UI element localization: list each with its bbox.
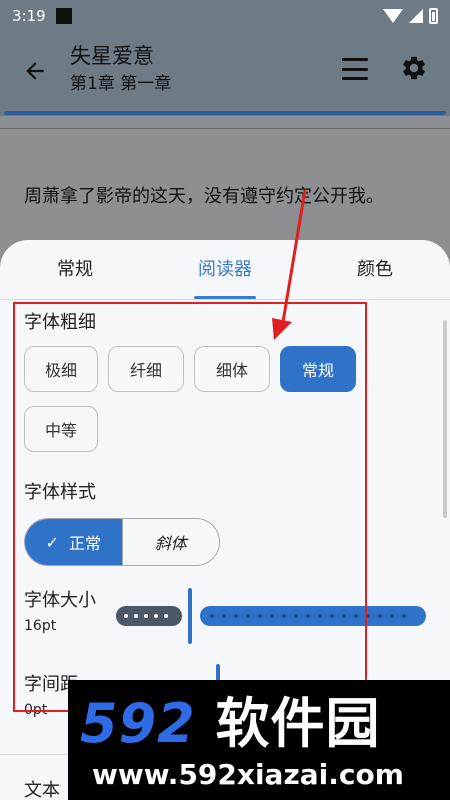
watermark-url: www.592xiazai.com [92,758,404,791]
watermark-logo-number: 592 [80,692,196,755]
watermark-logo: 592 软件园 [80,694,381,754]
watermark: 592 软件园 www.592xiazai.com [68,680,450,800]
watermark-logo-text: 软件园 [215,692,381,755]
